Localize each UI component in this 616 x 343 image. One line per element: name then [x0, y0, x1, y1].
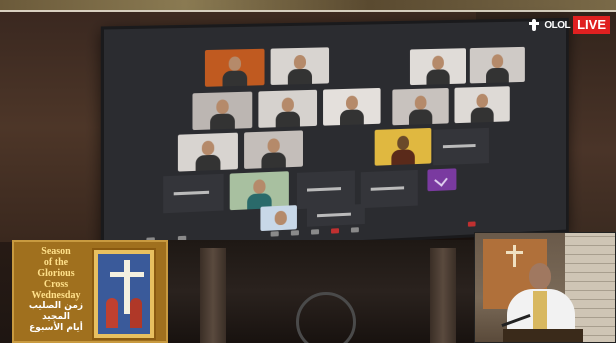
priest-head: [529, 263, 551, 289]
pillar: [200, 248, 226, 343]
participant-tile: [192, 91, 253, 131]
participant-name-tile: [296, 170, 355, 210]
channel-logo: OLOL LIVE: [527, 16, 610, 34]
participant-tile: [258, 89, 318, 128]
cross-icon: [92, 248, 156, 340]
participant-tile: [409, 48, 466, 86]
live-badge: LIVE: [573, 16, 610, 34]
participant-name-tile: [163, 173, 224, 214]
participant-tile: [454, 86, 510, 124]
season-text: Season of the Glorious Cross Wednesday ز…: [18, 246, 94, 334]
logo-name: OLOL: [544, 19, 571, 31]
participant-tile: [469, 46, 525, 84]
pillar: [430, 248, 456, 343]
top-strip: [0, 0, 616, 10]
projector-screen: [100, 17, 569, 257]
priest-camera-inset: [474, 232, 616, 343]
lectern: [503, 329, 583, 342]
participant-tile: [323, 87, 381, 126]
active-speaker-tile: [427, 168, 457, 192]
participant-tile: [244, 130, 303, 169]
participant-tile: [374, 127, 432, 166]
season-line: Season: [41, 246, 71, 257]
season-line: Glorious: [37, 268, 75, 279]
season-line: of the: [43, 257, 69, 268]
participant-tile: [177, 132, 238, 172]
season-line-arabic: أيام الأسبوع: [29, 323, 83, 333]
participant-tile: [204, 48, 265, 87]
season-line-arabic: المجيد: [42, 312, 70, 322]
wall-cross-icon: [513, 245, 516, 267]
cross-figure-icon: [527, 18, 541, 32]
video-frame: OLOL LIVE Season of the Glorious Cross W…: [0, 0, 616, 343]
participant-name-tile: [433, 127, 489, 166]
season-panel: Season of the Glorious Cross Wednesday ز…: [12, 240, 168, 343]
stage-ring: [296, 292, 356, 343]
participant-tile: [392, 87, 449, 126]
participant-tile: [229, 171, 289, 211]
season-line: Wednesday: [31, 290, 81, 301]
participant-tile: [270, 47, 330, 85]
participant-name-tile: [360, 169, 418, 209]
season-line-arabic: زمن الصليب: [28, 301, 84, 311]
season-line: Cross: [43, 279, 69, 290]
